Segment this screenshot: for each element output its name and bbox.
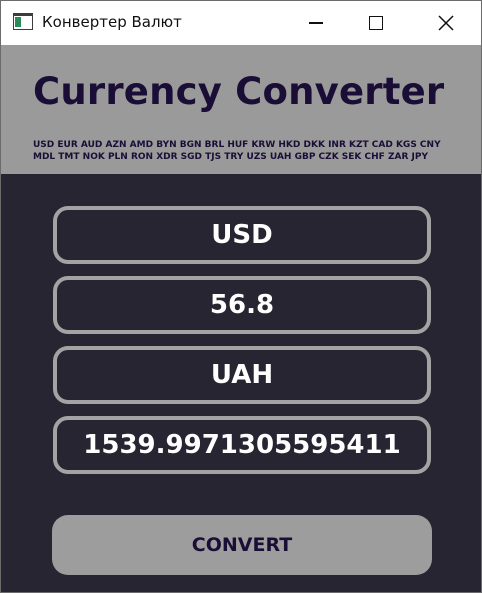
from-currency-input[interactable]: USD [53,206,431,264]
convert-button[interactable]: CONVERT [52,515,432,575]
maximize-button[interactable] [353,1,399,45]
page-title: Currency Converter [33,70,445,113]
currency-codes-list: USD EUR AUD AZN AMD BYN BGN BRL HUF KRW … [33,140,441,162]
icon-bar [14,14,32,16]
window-title: Конвертер Валют [42,13,182,31]
app-window: Конвертер Валют Currency Converter USD E… [0,0,482,593]
maximize-icon [369,16,383,30]
icon-pane [15,17,21,27]
title-bar[interactable]: Конвертер Валют [1,1,481,45]
close-icon [438,15,454,31]
header-panel: Currency Converter USD EUR AUD AZN AMD B… [1,45,481,174]
app-window-icon [13,13,33,30]
to-currency-input[interactable]: UAH [53,346,431,404]
minimize-icon [309,22,323,24]
result-field[interactable]: 1539.9971305595411 [53,416,431,474]
minimize-button[interactable] [293,1,339,45]
amount-input[interactable]: 56.8 [53,276,431,334]
close-button[interactable] [423,1,469,45]
